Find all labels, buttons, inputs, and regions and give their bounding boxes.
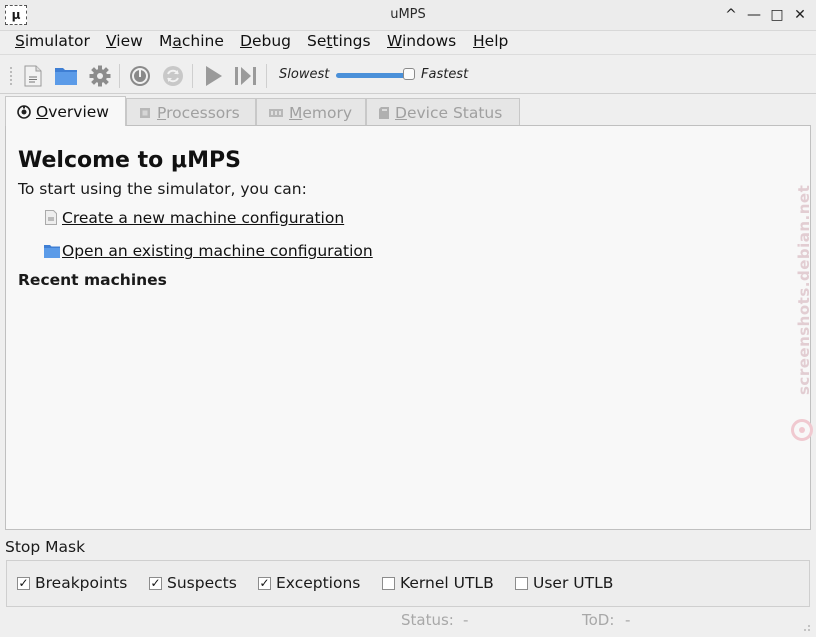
checkbox-label: Kernel UTLB [400,574,494,592]
reset-icon[interactable] [160,63,186,89]
open-config-link-icon [44,244,60,262]
tod-label: ToD: [582,611,615,629]
toolbar-grip[interactable] [10,67,16,85]
processor-icon [138,106,152,120]
open-config-icon[interactable] [53,63,79,89]
status-label: Status: [401,611,454,629]
tab-memory[interactable]: Memory [256,98,366,126]
open-config-link[interactable]: Open an existing machine configuration [62,242,373,260]
menu-debug[interactable]: Debug [240,30,291,52]
status-value: - [463,611,469,629]
speed-min-label: Slowest [279,67,330,82]
toolbar-separator [266,64,267,88]
watermark-text: screenshots.debian.net [795,184,813,395]
maximize-button[interactable]: □ [769,6,785,24]
menu-simulator[interactable]: Simulator [15,30,90,52]
menu-help[interactable]: Help [473,30,508,52]
tab-processors[interactable]: Processors [126,98,256,126]
checkbox-label: Exceptions [276,574,361,592]
checkbox-breakpoints-box[interactable]: ✓ [17,576,30,590]
device-icon [378,106,390,120]
tod-value: - [625,611,631,629]
window-title: uMPS [390,7,426,22]
watermark-logo-icon [791,419,813,441]
intro-text: To start using the simulator, you can: [18,180,307,198]
tab-overview[interactable]: Overview [5,96,126,126]
run-icon[interactable] [200,63,226,89]
speed-max-label: Fastest [421,67,469,82]
checkbox-label: Suspects [167,574,237,592]
power-icon[interactable] [127,63,153,89]
memory-icon [268,107,284,119]
menu-bar: Simulator View Machine Debug Settings Wi… [0,30,816,52]
shade-button[interactable]: ^ [723,6,739,24]
stop-mask-label: Stop Mask [5,538,86,556]
checkbox-user-utlb[interactable]: User UTLB [515,574,613,592]
settings-icon[interactable] [87,63,113,89]
checkbox-suspects[interactable]: ✓ Suspects [149,574,237,592]
close-button[interactable]: ✕ [792,6,808,24]
checkbox-label: User UTLB [533,574,614,592]
toolbar: Slowest Fastest [0,54,816,94]
create-config-link[interactable]: Create a new machine configuration [62,209,344,227]
new-config-icon[interactable] [20,63,46,89]
toolbar-separator [192,64,193,88]
toolbar-separator [119,64,120,88]
menu-windows[interactable]: Windows [387,30,456,52]
tab-device-status[interactable]: Device Status [366,98,520,126]
minimize-button[interactable]: — [746,6,762,24]
speed-slider-handle[interactable] [403,68,415,80]
resize-grip-icon[interactable] [798,619,812,633]
menu-view[interactable]: View [106,30,143,52]
new-config-link-icon [45,210,57,229]
step-icon[interactable] [233,63,259,89]
recent-machines-heading: Recent machines [18,271,167,289]
checkbox-label: Breakpoints [35,574,128,592]
checkbox-kernel-utlb-box[interactable] [382,576,395,590]
checkbox-exceptions[interactable]: ✓ Exceptions [258,574,360,592]
checkbox-user-utlb-box[interactable] [515,576,528,590]
checkbox-suspects-box[interactable]: ✓ [149,576,162,590]
checkbox-breakpoints[interactable]: ✓ Breakpoints [17,574,127,592]
welcome-heading: Welcome to μMPS [18,148,241,173]
menu-settings[interactable]: Settings [307,30,371,52]
checkbox-exceptions-box[interactable]: ✓ [258,576,271,590]
menu-machine[interactable]: Machine [159,30,224,52]
overview-icon [17,104,31,119]
checkbox-kernel-utlb[interactable]: Kernel UTLB [382,574,494,592]
